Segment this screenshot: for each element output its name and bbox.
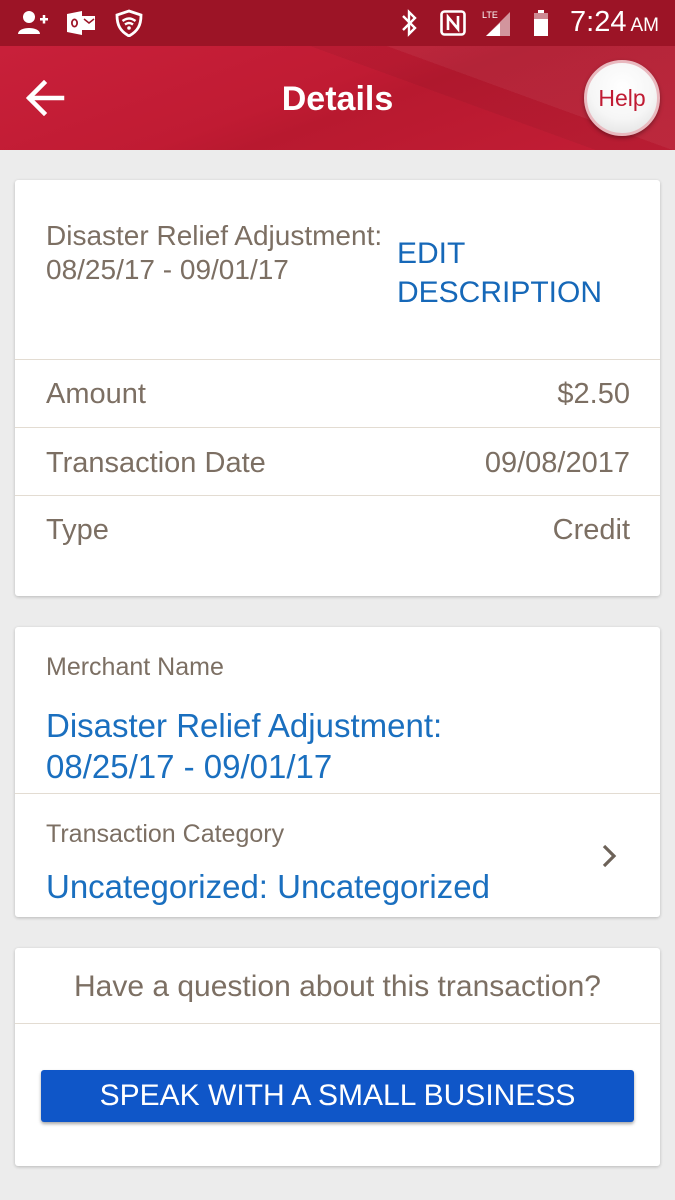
transaction-category-value: Uncategorized: Uncategorized xyxy=(46,868,490,905)
amount-value: $2.50 xyxy=(557,378,630,410)
divider xyxy=(15,427,660,428)
add-contact-icon xyxy=(18,8,48,38)
status-bar: LTE 7:24 AM xyxy=(0,0,675,46)
help-label: Help xyxy=(598,84,646,111)
status-right-icons: LTE 7:24 AM xyxy=(394,6,659,39)
merchant-name-value: Disaster Relief Adjustment: 08/25/17 - 0… xyxy=(46,707,443,785)
page-title: Details xyxy=(281,80,394,118)
edit-description-link[interactable]: EDIT DESCRIPTION xyxy=(397,234,627,312)
lte-signal-icon: LTE xyxy=(482,8,512,38)
transaction-date-label: Transaction Date xyxy=(46,447,266,479)
transaction-category-label: Transaction Category xyxy=(46,820,285,848)
transaction-summary-card: Disaster Relief Adjustment: 08/25/17 - 0… xyxy=(15,180,660,596)
clock: 7:24 AM xyxy=(570,6,659,39)
amount-label: Amount xyxy=(46,378,146,410)
speak-with-small-business-button[interactable]: SPEAK WITH A SMALL BUSINESS xyxy=(41,1070,634,1122)
divider xyxy=(15,495,660,496)
outlook-icon xyxy=(66,8,96,38)
transaction-description: Disaster Relief Adjustment: 08/25/17 - 0… xyxy=(46,220,383,285)
type-label: Type xyxy=(46,514,109,546)
speak-button-label: SPEAK WITH A SMALL BUSINESS xyxy=(99,1079,576,1112)
type-value: Credit xyxy=(552,514,630,546)
merchant-card: Merchant Name Disaster Relief Adjustment… xyxy=(15,627,660,917)
edit-label-line2: DESCRIPTION xyxy=(397,276,603,309)
clock-ampm: AM xyxy=(630,15,660,36)
app-bar: Details Help xyxy=(0,46,675,150)
transaction-date-value: 09/08/2017 xyxy=(484,447,630,479)
question-text: Have a question about this transaction? xyxy=(73,970,601,1003)
nfc-icon xyxy=(438,8,468,38)
battery-icon xyxy=(526,8,556,38)
merchant-name-label: Merchant Name xyxy=(46,653,224,681)
divider xyxy=(15,1023,660,1024)
clock-time: 7:24 xyxy=(570,6,627,38)
bluetooth-icon xyxy=(394,8,424,38)
divider xyxy=(15,359,660,360)
question-card: Have a question about this transaction? … xyxy=(15,948,660,1166)
chevron-right-icon xyxy=(597,842,621,870)
status-left-icons xyxy=(18,8,144,38)
lte-label: LTE xyxy=(482,10,498,20)
wifi-shield-icon xyxy=(114,8,144,38)
help-button[interactable]: Help xyxy=(584,60,660,136)
transaction-category-row[interactable]: Transaction Category Uncategorized: Unca… xyxy=(15,794,660,917)
edit-label-line1: EDIT xyxy=(397,237,466,270)
